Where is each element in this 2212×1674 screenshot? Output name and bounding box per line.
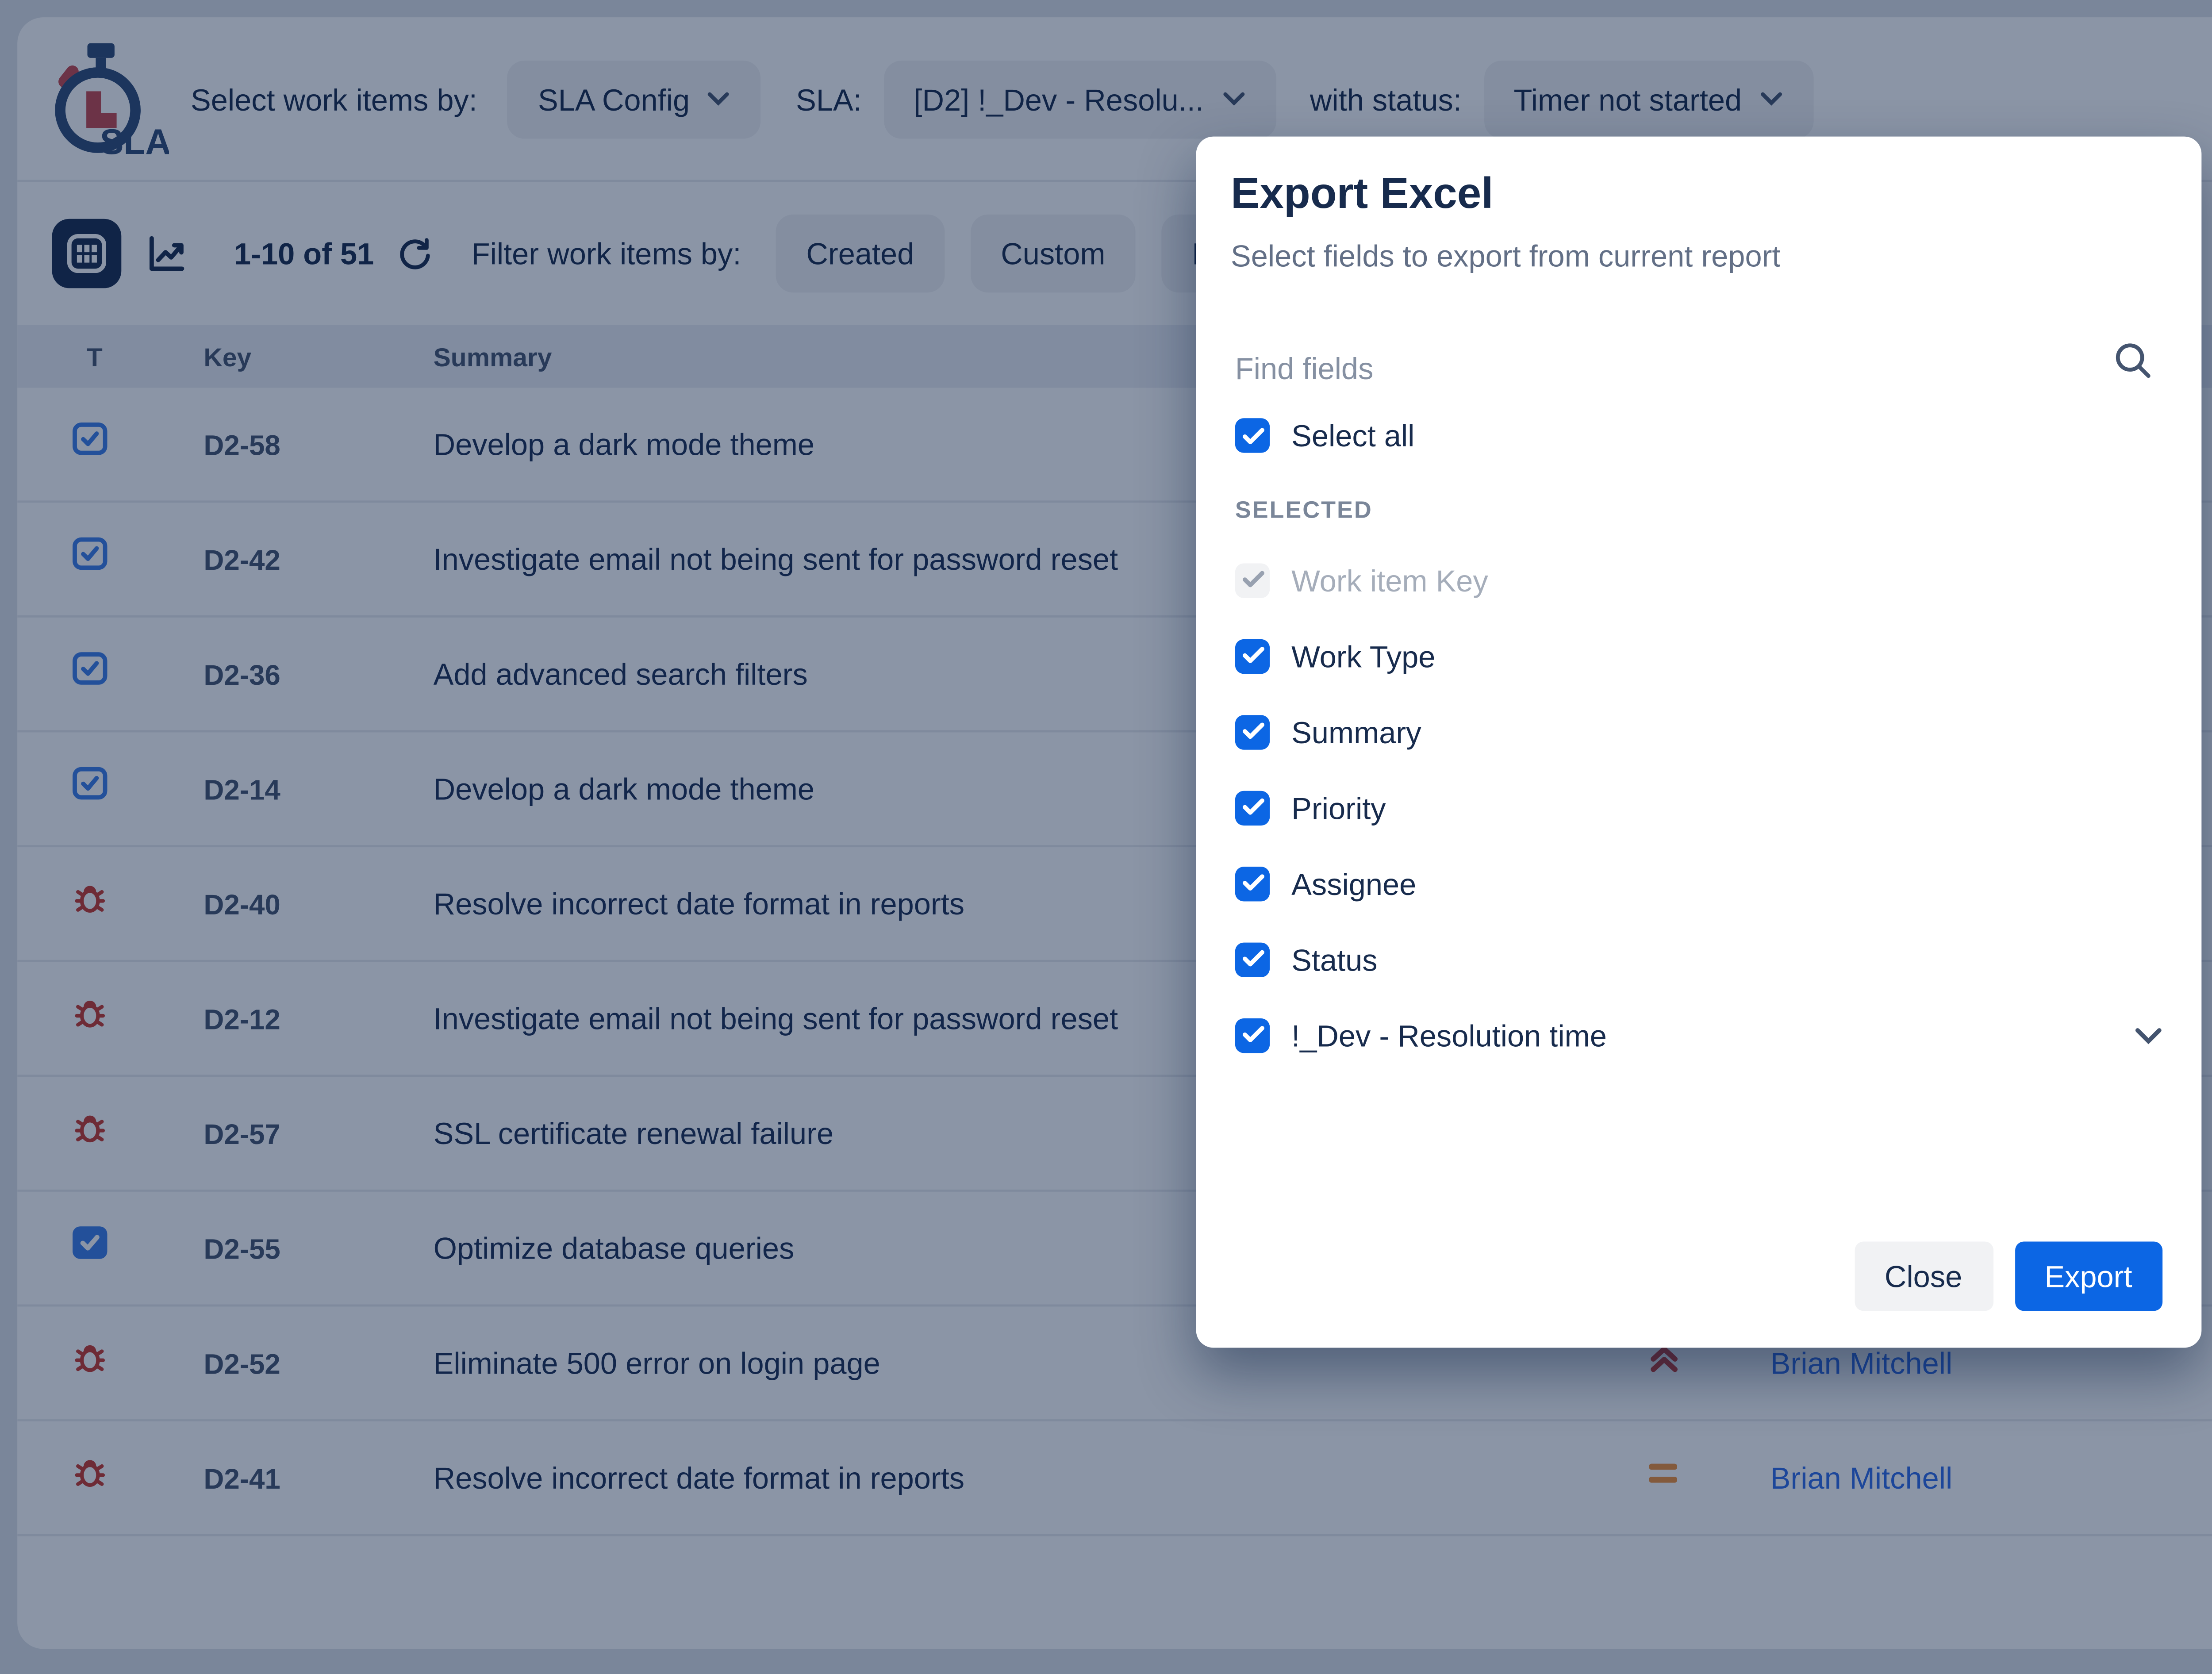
field-item[interactable]: Work Type [1196,618,2202,693]
select-all-row[interactable]: Select all [1235,412,1415,460]
find-fields-input[interactable] [1231,336,2076,401]
field-label: !_Dev - Resolution time [1291,1017,1607,1052]
selected-section-label: SELECTED [1235,499,1373,525]
field-checkbox[interactable] [1235,638,1270,672]
field-checkbox[interactable] [1235,562,1270,597]
field-label: Assignee [1291,866,1416,900]
modal-buttons: Close Export [1854,1242,2162,1311]
app-stage: SLA Select work items by: SLA Config SLA… [0,0,2212,1674]
field-checkbox[interactable] [1235,714,1270,749]
field-list: Work item Key Work Type Summary Priority Ass… [1196,541,2202,1072]
field-label: Work Type [1291,638,1435,672]
field-label: Status [1291,941,1377,976]
search-icon[interactable] [2113,340,2154,392]
field-label: Summary [1291,714,1421,749]
export-excel-modal: Export Excel Select fields to export fro… [1196,137,2202,1348]
select-all-checkbox[interactable] [1235,418,1270,453]
field-label: Work item Key [1291,562,1488,597]
find-fields-row [1231,336,2167,410]
modal-title: Export Excel [1231,171,1493,221]
field-checkbox[interactable] [1235,790,1270,824]
close-button[interactable]: Close [1854,1242,1992,1311]
field-checkbox[interactable] [1235,866,1270,900]
field-item[interactable]: Work item Key [1196,541,2202,617]
field-label: Priority [1291,790,1386,824]
modal-subtitle: Select fields to export from current rep… [1231,238,1780,273]
field-item[interactable]: Status [1196,921,2202,997]
field-checkbox[interactable] [1235,1017,1270,1052]
field-item[interactable]: Assignee [1196,845,2202,921]
field-item[interactable]: Priority [1196,769,2202,845]
select-all-label: Select all [1291,418,1414,453]
modal-export-button[interactable]: Export [2014,1242,2162,1311]
field-checkbox[interactable] [1235,941,1270,976]
field-item[interactable]: Summary [1196,693,2202,769]
field-item[interactable]: !_Dev - Resolution time [1196,997,2202,1072]
chevron-down-icon[interactable] [2134,1026,2162,1043]
